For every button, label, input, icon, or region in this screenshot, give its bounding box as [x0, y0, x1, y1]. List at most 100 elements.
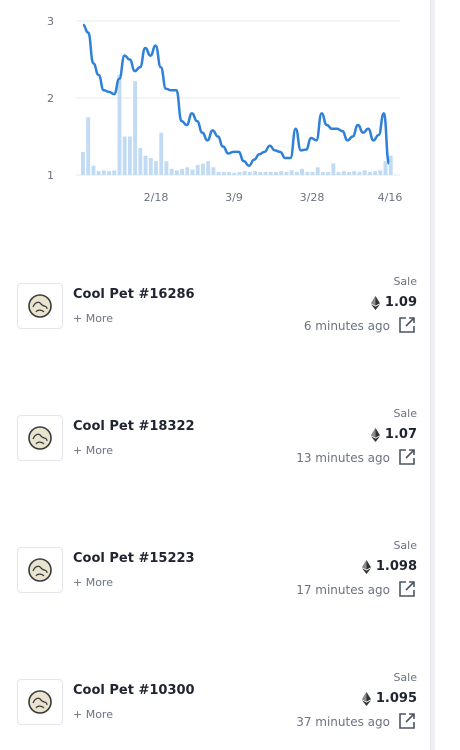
volume-bar — [96, 171, 101, 175]
volume-bar — [81, 151, 85, 175]
x-tick-label: 3/28 — [300, 191, 325, 204]
volume-bar — [154, 161, 158, 175]
volume-bar — [127, 136, 132, 175]
external-link-icon[interactable] — [397, 711, 417, 731]
pet-thumbnail[interactable] — [17, 679, 63, 725]
volume-bar — [227, 171, 231, 175]
volume-bar — [138, 148, 143, 175]
sale-row[interactable]: Cool Pet #18322 + More Sale 1.07 13 minu… — [0, 407, 430, 475]
pet-name[interactable]: Cool Pet #16286 — [73, 287, 195, 302]
event-type: Sale — [393, 275, 417, 288]
sale-price-value: 1.09 — [384, 295, 417, 310]
volume-bar — [294, 171, 299, 175]
volume-bar — [101, 170, 106, 175]
external-link-icon[interactable] — [397, 447, 417, 467]
event-type: Sale — [393, 539, 417, 552]
x-tick-label: 4/16 — [378, 191, 403, 204]
sale-time: 13 minutes ago — [296, 451, 390, 465]
y-tick-label: 3 — [47, 15, 54, 28]
pet-thumbnail[interactable] — [17, 415, 63, 461]
volume-bar — [164, 161, 169, 175]
volume-bar — [373, 171, 378, 175]
volume-bar — [367, 171, 372, 175]
eth-icon — [370, 295, 380, 310]
volume-bar — [206, 161, 211, 175]
eth-icon — [370, 427, 380, 442]
volume-bar — [357, 171, 362, 175]
pet-egg-icon — [28, 690, 52, 714]
volume-bar — [107, 171, 111, 175]
volume-bar — [242, 171, 247, 175]
volume-bar — [216, 171, 221, 175]
more-link[interactable]: + More — [73, 576, 113, 589]
volume-bar — [305, 171, 310, 175]
volume-bar — [200, 163, 205, 175]
volume-bar — [331, 163, 336, 175]
volume-bar — [117, 74, 122, 175]
pet-egg-icon — [28, 426, 52, 450]
volume-bar — [86, 117, 91, 175]
volume-bar — [143, 155, 148, 175]
volume-bar — [221, 171, 226, 175]
sale-price-value: 1.098 — [375, 559, 417, 574]
pet-name[interactable]: Cool Pet #15223 — [73, 551, 195, 566]
volume-bar — [148, 158, 153, 175]
pet-egg-icon — [28, 558, 52, 582]
sale-time: 6 minutes ago — [303, 319, 390, 333]
pet-thumbnail[interactable] — [17, 547, 63, 593]
volume-bar — [258, 171, 263, 175]
x-tick-label: 3/9 — [225, 191, 243, 204]
external-link-icon[interactable] — [397, 579, 417, 599]
pet-egg-icon — [28, 294, 52, 318]
sale-time: 17 minutes ago — [296, 583, 390, 597]
sale-row[interactable]: Cool Pet #10300 + More Sale 1.095 37 min… — [0, 671, 430, 739]
volume-bar — [122, 136, 127, 175]
volume-bar — [279, 171, 284, 175]
volume-bar — [315, 167, 320, 175]
sale-price: 1.07 — [370, 427, 417, 442]
volume-bar — [253, 171, 258, 175]
more-link[interactable]: + More — [73, 312, 113, 325]
volume-bar — [274, 171, 278, 175]
pet-name[interactable]: Cool Pet #18322 — [73, 419, 195, 434]
sale-time: 37 minutes ago — [296, 715, 390, 729]
sale-row[interactable]: Cool Pet #16286 + More Sale 1.09 6 minut… — [0, 275, 430, 343]
volume-bar — [133, 81, 138, 175]
volume-bar — [112, 170, 117, 175]
volume-bar — [237, 171, 242, 175]
volume-bar — [195, 164, 200, 175]
external-link-icon[interactable] — [397, 315, 417, 335]
eth-icon — [361, 559, 371, 574]
sale-row[interactable]: Cool Pet #15223 + More Sale 1.098 17 min… — [0, 539, 430, 607]
volume-bar — [378, 170, 383, 175]
more-link[interactable]: + More — [73, 708, 113, 721]
more-link[interactable]: + More — [73, 444, 113, 457]
volume-bar — [190, 169, 195, 175]
event-type: Sale — [393, 671, 417, 684]
price-chart: 1 2 3 2/18 3/9 3/28 4/16 — [47, 15, 403, 204]
y-tick-label: 2 — [47, 92, 54, 105]
volume-bar — [300, 168, 305, 175]
volume-bar — [211, 167, 216, 175]
sale-price: 1.098 — [361, 559, 417, 574]
volume-bar — [352, 171, 357, 175]
x-tick-label: 2/18 — [144, 191, 169, 204]
volume-bar — [169, 168, 174, 175]
event-type: Sale — [393, 407, 417, 420]
volume-bar — [284, 171, 289, 175]
volume-bar — [268, 171, 273, 175]
volume-bar — [159, 132, 164, 175]
sale-price-value: 1.095 — [375, 691, 417, 706]
volume-bar — [326, 171, 331, 175]
sale-price-value: 1.07 — [384, 427, 417, 442]
pet-thumbnail[interactable] — [17, 283, 63, 329]
volume-bar — [336, 171, 341, 175]
pet-name[interactable]: Cool Pet #10300 — [73, 683, 195, 698]
volume-bar — [383, 161, 388, 175]
sale-price: 1.09 — [370, 295, 417, 310]
y-tick-label: 1 — [47, 169, 54, 182]
volume-bar — [320, 171, 325, 175]
volume-bar — [263, 171, 268, 175]
volume-bar — [180, 168, 185, 175]
sale-price: 1.095 — [361, 691, 417, 706]
